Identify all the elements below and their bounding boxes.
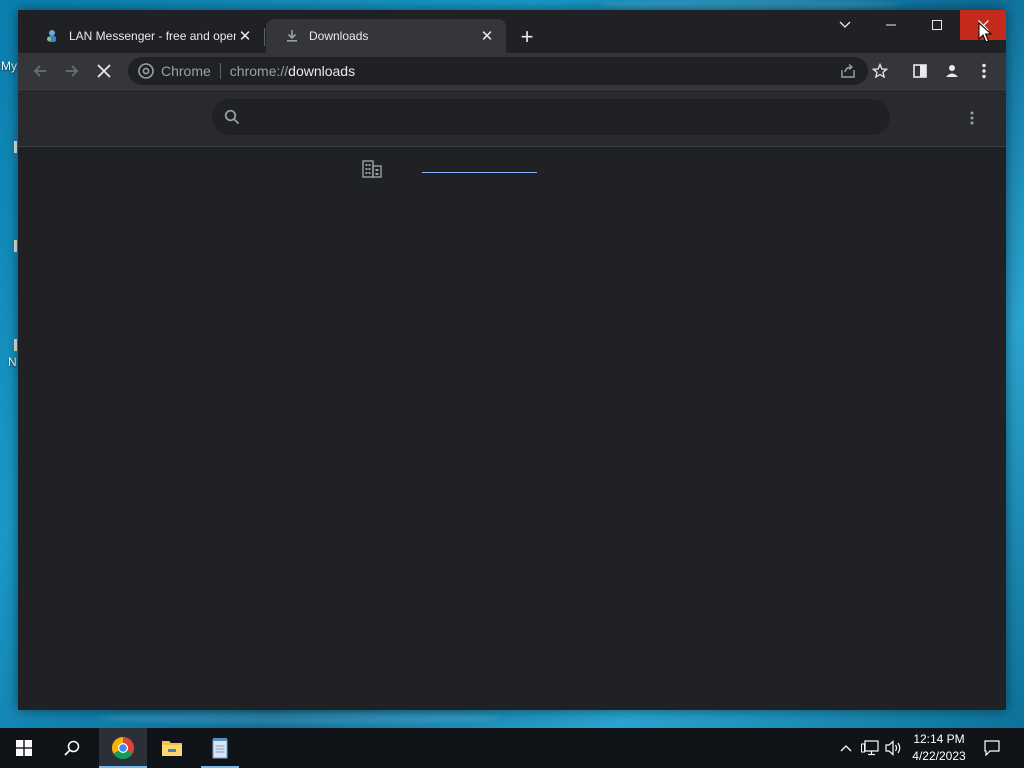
taskbar-notepad[interactable] bbox=[196, 728, 244, 768]
url-text: chrome://downloads bbox=[230, 63, 355, 79]
browser-toolbar: Chrome chrome://downloads bbox=[18, 53, 1006, 89]
tab-search-icon bbox=[839, 21, 851, 28]
maximize-button[interactable] bbox=[914, 10, 960, 40]
url-host: downloads bbox=[288, 63, 356, 79]
system-clock[interactable]: 12:14 PM 4/22/2023 bbox=[904, 731, 974, 765]
search-icon bbox=[224, 109, 240, 125]
speaker-icon bbox=[885, 740, 901, 756]
new-tab-button[interactable]: + bbox=[514, 24, 540, 50]
side-panel-icon bbox=[913, 64, 927, 78]
forward-arrow-icon bbox=[66, 65, 79, 77]
back-arrow-icon bbox=[33, 65, 46, 77]
downloads-search[interactable] bbox=[212, 99, 890, 135]
side-panel-button[interactable] bbox=[906, 57, 934, 85]
share-button[interactable] bbox=[834, 57, 862, 85]
bookmark-button[interactable] bbox=[866, 57, 894, 85]
omnibox-divider bbox=[219, 63, 221, 79]
browser-window: LAN Messenger - free and open ✕ Download… bbox=[18, 10, 1006, 710]
stop-loading-button[interactable] bbox=[90, 57, 118, 85]
site-info-chip[interactable]: Chrome bbox=[138, 63, 211, 79]
tab-search-button[interactable] bbox=[822, 10, 868, 40]
back-button[interactable] bbox=[26, 57, 54, 85]
site-chip-label: Chrome bbox=[161, 63, 211, 79]
mouse-pointer-icon bbox=[978, 22, 992, 43]
tab-divider bbox=[264, 28, 265, 46]
network-button[interactable] bbox=[860, 738, 880, 758]
taskbar-chrome[interactable] bbox=[99, 728, 147, 768]
search-icon bbox=[64, 740, 80, 756]
volume-button[interactable] bbox=[884, 738, 904, 758]
downloads-header bbox=[18, 90, 1006, 147]
desktop-icon-fragment[interactable] bbox=[14, 240, 17, 252]
chevron-up-icon bbox=[840, 745, 852, 752]
managed-by-organization-notice bbox=[358, 158, 678, 182]
file-explorer-icon bbox=[162, 741, 182, 756]
address-bar[interactable]: Chrome chrome://downloads bbox=[128, 57, 868, 85]
url-scheme: chrome:// bbox=[229, 63, 289, 79]
start-icon bbox=[16, 740, 32, 756]
profile-button[interactable] bbox=[938, 57, 966, 85]
chrome-logo-icon bbox=[138, 63, 154, 79]
more-vertical-icon bbox=[970, 111, 974, 125]
close-icon[interactable]: ✕ bbox=[478, 27, 496, 45]
downloads-more-actions-button[interactable] bbox=[960, 104, 984, 132]
water-highlight bbox=[100, 712, 500, 724]
desktop-icon-label[interactable]: My bbox=[1, 59, 17, 73]
managed-info-link[interactable] bbox=[422, 172, 537, 173]
lan-messenger-icon bbox=[44, 28, 60, 44]
minimize-button[interactable] bbox=[868, 10, 914, 40]
action-center-button[interactable] bbox=[982, 738, 1002, 758]
taskbar-search-button[interactable] bbox=[48, 728, 96, 768]
taskbar-file-explorer[interactable] bbox=[148, 728, 196, 768]
building-icon bbox=[362, 160, 382, 178]
start-button[interactable] bbox=[0, 728, 48, 768]
network-icon bbox=[861, 740, 879, 756]
menu-icon bbox=[982, 63, 986, 79]
chrome-icon bbox=[112, 737, 134, 759]
bookmark-star-icon bbox=[872, 63, 888, 79]
tab-title: LAN Messenger - free and open bbox=[69, 29, 236, 43]
tab-downloads[interactable]: Downloads ✕ bbox=[266, 19, 506, 53]
tab-strip: LAN Messenger - free and open ✕ Download… bbox=[18, 10, 1006, 53]
stop-icon bbox=[97, 64, 111, 78]
clock-date: 4/22/2023 bbox=[912, 749, 966, 763]
desktop-icon-fragment[interactable] bbox=[14, 339, 17, 351]
show-hidden-icons-button[interactable] bbox=[836, 738, 856, 758]
browser-menu-button[interactable] bbox=[970, 57, 998, 85]
tab-lan-messenger[interactable]: LAN Messenger - free and open ✕ bbox=[26, 19, 264, 53]
water-highlight bbox=[600, 0, 900, 10]
maximize-icon bbox=[932, 20, 942, 30]
desktop-icon-fragment[interactable] bbox=[14, 141, 17, 153]
minimize-icon bbox=[886, 24, 896, 26]
close-icon[interactable]: ✕ bbox=[236, 27, 254, 45]
profile-icon bbox=[946, 65, 958, 77]
desktop-icon-label[interactable]: N bbox=[8, 355, 17, 369]
forward-button[interactable] bbox=[58, 57, 86, 85]
notification-icon bbox=[984, 740, 1000, 756]
search-input[interactable] bbox=[250, 108, 890, 126]
share-icon bbox=[841, 63, 855, 78]
tab-title: Downloads bbox=[309, 29, 369, 43]
clock-time: 12:14 PM bbox=[913, 732, 965, 746]
notepad-icon bbox=[212, 738, 228, 759]
taskbar: 12:14 PM 4/22/2023 bbox=[0, 728, 1024, 768]
download-icon bbox=[284, 28, 300, 44]
